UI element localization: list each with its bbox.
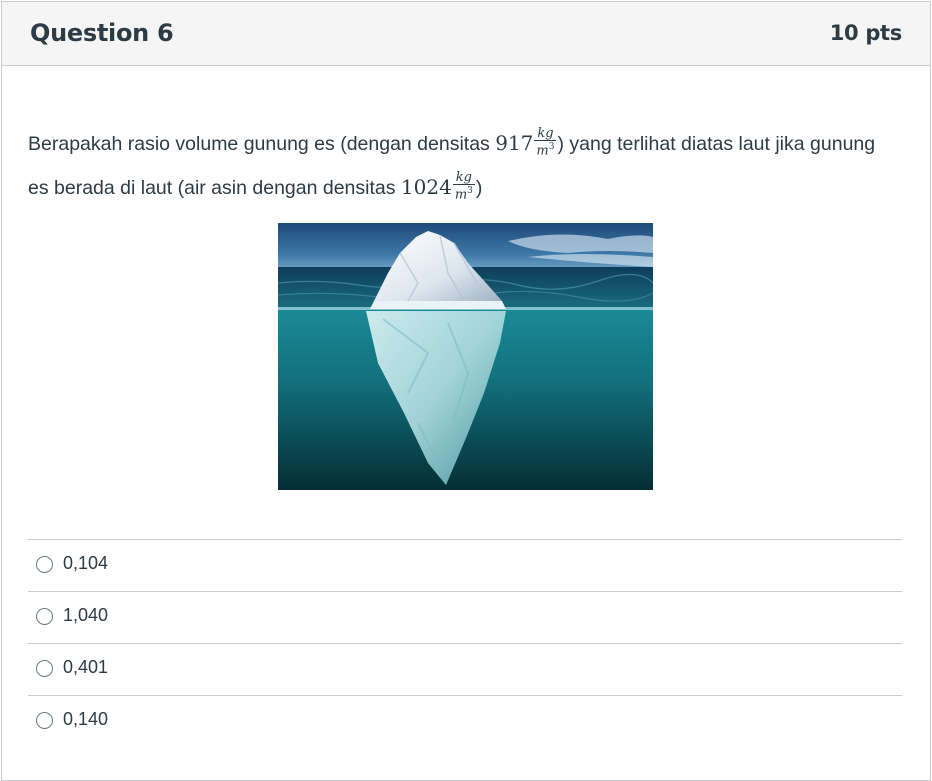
density-unit-fraction: kg m3	[534, 127, 557, 158]
answer-label[interactable]: 0,104	[63, 553, 108, 574]
unit-numerator: kg	[452, 171, 475, 185]
radio-button[interactable]	[36, 608, 53, 625]
answer-option[interactable]: 0,140	[28, 695, 902, 747]
radio-button[interactable]	[36, 556, 53, 573]
answer-option[interactable]: 0,104	[28, 539, 902, 591]
iceberg-image	[278, 223, 653, 490]
unit-denominator: m3	[536, 141, 555, 158]
radio-button[interactable]	[36, 660, 53, 677]
density-unit-fraction: kg m3	[452, 171, 475, 202]
answer-label[interactable]: 1,040	[63, 605, 108, 626]
iceberg-illustration	[278, 223, 653, 490]
answer-list: 0,104 1,040 0,401 0,140	[28, 539, 902, 747]
question-text-part3: )	[475, 177, 483, 199]
question-points: 10 pts	[829, 21, 903, 45]
answer-option[interactable]: 1,040	[28, 591, 902, 643]
density-ice-value: 917	[495, 131, 534, 155]
answer-label[interactable]: 0,140	[63, 709, 108, 730]
radio-button[interactable]	[36, 712, 53, 729]
question-header: Question 6 10 pts	[2, 2, 930, 66]
question-text-part1: Berapakah rasio volume gunung es (dengan…	[28, 133, 496, 155]
unit-denominator: m3	[454, 185, 473, 202]
question-title: Question 6	[30, 19, 174, 47]
answer-label[interactable]: 0,401	[63, 657, 108, 678]
unit-numerator: kg	[534, 127, 557, 141]
question-text: Berapakah rasio volume gunung es (dengan…	[28, 122, 898, 210]
answer-option[interactable]: 0,401	[28, 643, 902, 695]
density-seawater-value: 1024	[400, 175, 452, 199]
